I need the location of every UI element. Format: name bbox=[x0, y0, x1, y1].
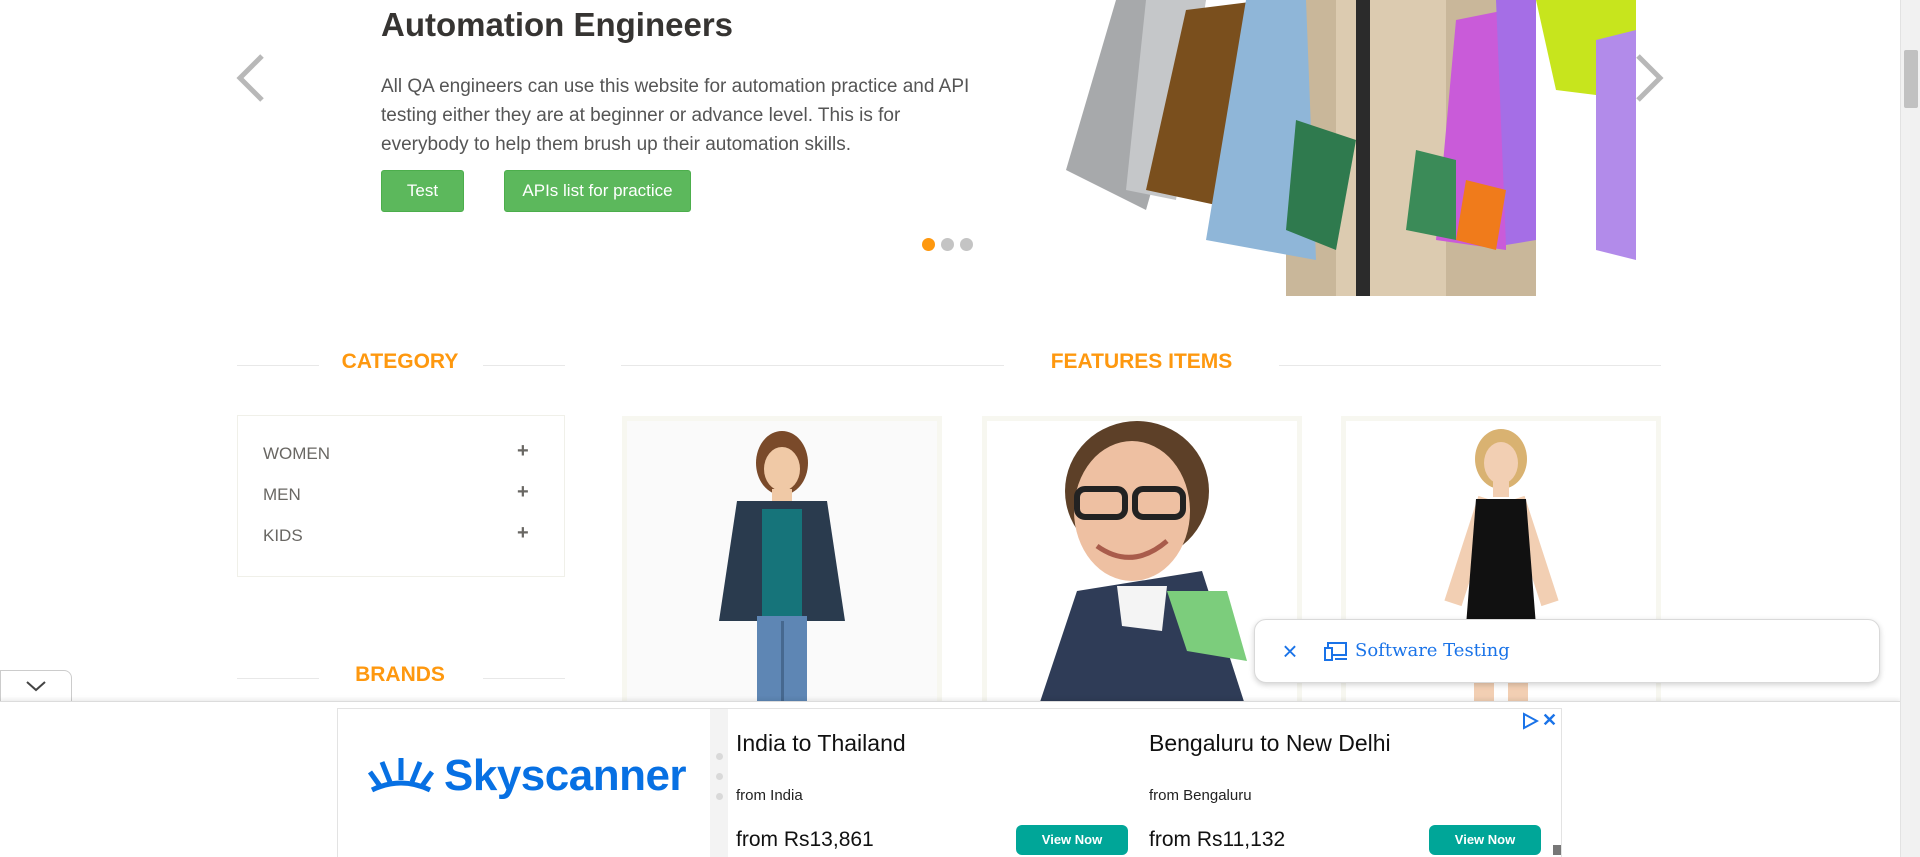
ad-pager-dot-3[interactable] bbox=[716, 793, 723, 800]
ad-close-icon[interactable]: ✕ bbox=[1542, 711, 1560, 729]
brands-heading: BRANDS bbox=[355, 663, 445, 686]
apis-list-button[interactable]: APIs list for practice bbox=[504, 170, 691, 212]
ad-pager bbox=[710, 709, 728, 857]
expand-kids-icon[interactable]: + bbox=[517, 522, 529, 545]
chip-label[interactable]: Software Testing bbox=[1355, 640, 1510, 661]
category-rule-left bbox=[237, 365, 319, 366]
ad-pager-dot-1[interactable] bbox=[716, 753, 723, 760]
slider-indicators bbox=[922, 238, 973, 251]
expand-women-icon[interactable]: + bbox=[517, 440, 529, 463]
slider-dot-1[interactable] bbox=[922, 238, 935, 251]
slider-dot-3[interactable] bbox=[960, 238, 973, 251]
category-women[interactable]: WOMEN bbox=[263, 444, 330, 464]
bottom-ad-bar: Skyscanner India to Thailand from India … bbox=[0, 701, 1900, 857]
ad-offer-route: Bengaluru to New Delhi bbox=[1149, 730, 1391, 756]
ad-offer-route: India to Thailand bbox=[736, 730, 906, 756]
category-kids[interactable]: KIDS bbox=[263, 526, 303, 546]
features-heading: FEATURES ITEMS bbox=[1050, 350, 1233, 373]
ad-offer-card[interactable]: Bengaluru to New Delhi from Bengaluru fr… bbox=[1141, 715, 1545, 855]
test-cases-button[interactable]: Test Cases bbox=[381, 170, 464, 240]
category-panel: WOMEN + MEN + KIDS + bbox=[237, 415, 565, 577]
view-now-button[interactable]: View Now bbox=[1429, 825, 1541, 855]
brands-rule-left bbox=[237, 678, 319, 679]
slider-prev-arrow-icon[interactable] bbox=[232, 48, 272, 108]
features-rule-left bbox=[621, 365, 1004, 366]
expand-men-icon[interactable]: + bbox=[517, 481, 529, 504]
chip-close-icon[interactable]: × bbox=[1277, 638, 1303, 664]
hero-title: Automation Engineers bbox=[381, 6, 734, 43]
product-image-man-glasses bbox=[987, 421, 1297, 701]
brands-rule-right bbox=[483, 678, 565, 679]
hero-description: All QA engineers can use this website fo… bbox=[381, 76, 970, 155]
vertical-scrollbar[interactable] bbox=[1900, 0, 1920, 857]
category-rule-right bbox=[483, 365, 565, 366]
ad-brand-name: Skyscanner bbox=[444, 751, 687, 800]
ad-offer-origin: from Bengaluru bbox=[1149, 787, 1252, 804]
devices-icon bbox=[1323, 640, 1349, 662]
product-image-woman-cardigan bbox=[627, 421, 937, 701]
ad-container[interactable]: Skyscanner India to Thailand from India … bbox=[337, 708, 1562, 857]
ad-offer-price: from Rs13,861 bbox=[736, 828, 874, 851]
ad-corner-marker bbox=[1553, 845, 1561, 855]
adchoices-icon[interactable] bbox=[1521, 712, 1540, 730]
category-men[interactable]: MEN bbox=[263, 485, 301, 505]
view-now-button[interactable]: View Now bbox=[1016, 825, 1128, 855]
scrollbar-thumb[interactable] bbox=[1904, 50, 1918, 108]
category-heading: CATEGORY bbox=[341, 350, 459, 373]
sunrise-logo-icon bbox=[368, 758, 434, 793]
product-card-1[interactable] bbox=[622, 416, 942, 706]
ad-collapse-toggle[interactable] bbox=[0, 670, 72, 702]
hero-shopping-image bbox=[1036, 0, 1636, 296]
slider-dot-2[interactable] bbox=[941, 238, 954, 251]
ad-offer-card[interactable]: India to Thailand from India from Rs13,8… bbox=[728, 715, 1132, 855]
ad-pager-dot-2[interactable] bbox=[716, 773, 723, 780]
features-rule-right bbox=[1279, 365, 1661, 366]
ad-offer-price: from Rs11,132 bbox=[1149, 828, 1286, 851]
chevron-down-icon bbox=[26, 681, 46, 692]
skyscanner-logo[interactable]: Skyscanner bbox=[368, 751, 687, 801]
floating-suggestion-chip[interactable]: × Software Testing bbox=[1254, 619, 1880, 683]
page-viewport: Automation Engineers All QA engineers ca… bbox=[0, 0, 1900, 857]
ad-offer-origin: from India bbox=[736, 787, 803, 804]
